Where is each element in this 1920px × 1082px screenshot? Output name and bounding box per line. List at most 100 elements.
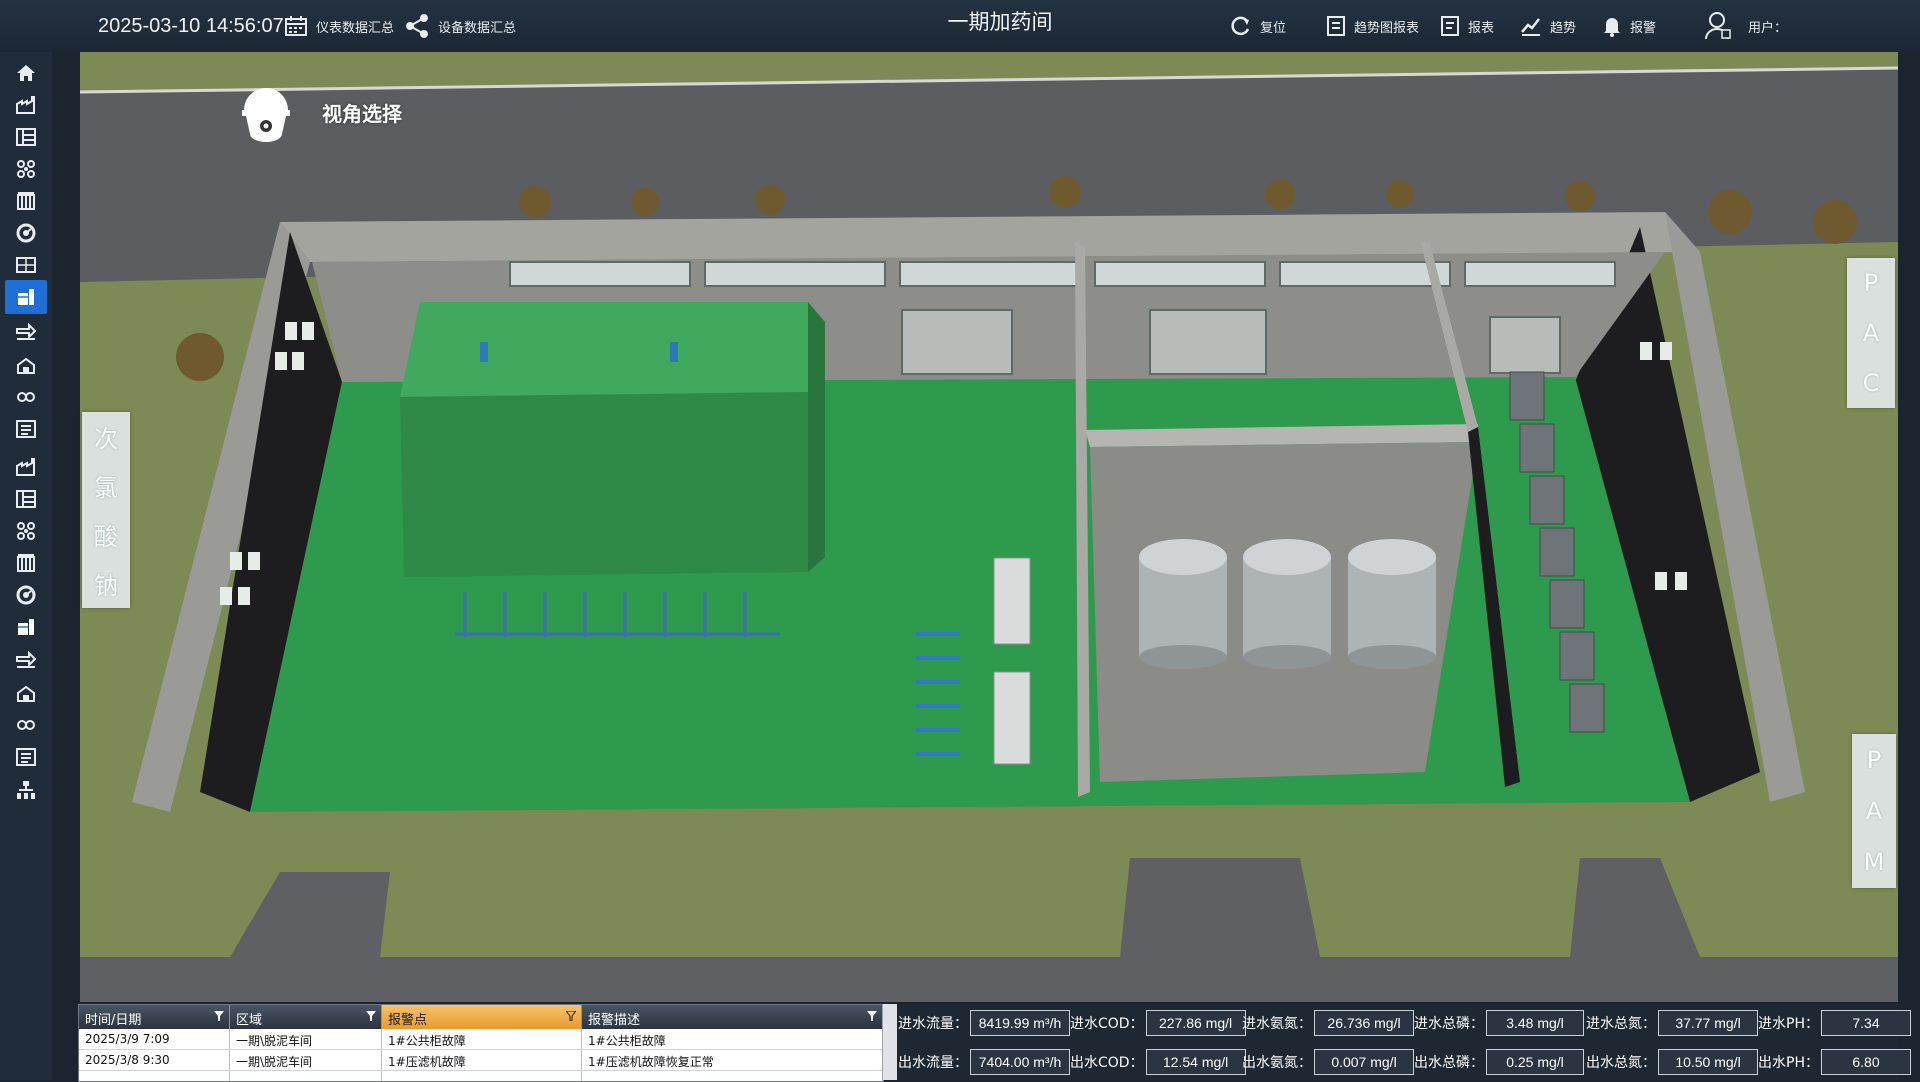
column-header-time[interactable]: 时间/日期: [79, 1005, 230, 1029]
filter-icon[interactable]: [566, 1011, 576, 1021]
road: [80, 957, 1898, 1002]
user-label: 用户：: [1748, 20, 1788, 36]
metric-value: 0.25 mg/l: [1486, 1049, 1584, 1075]
trend-report-button[interactable]: 趋势图报表: [1326, 0, 1419, 52]
outflow-metric: 出水PH： 6.80: [1758, 1046, 1911, 1078]
metric-value: 8419.99 m³/h: [970, 1010, 1070, 1036]
pac-tank: [1139, 539, 1436, 669]
sidebar-item-21[interactable]: [5, 708, 47, 742]
network-icon: [17, 522, 35, 540]
tab-char: A: [1862, 319, 1880, 347]
alarm-table-header: 时间/日期 区域 报警点 报警描述: [79, 1005, 883, 1029]
home-icon: [17, 65, 35, 81]
tab-char: A: [1865, 796, 1883, 825]
alarm-label: 报警: [1630, 20, 1657, 36]
sidebar-item-12[interactable]: [5, 412, 47, 446]
tab-char: M: [1863, 848, 1885, 877]
header-label: 区域: [236, 1013, 263, 1028]
outflow-metric: 出水总磷： 0.25 mg/l: [1414, 1046, 1584, 1078]
outflow-metric: 出水COD： 12.54 mg/l: [1070, 1046, 1246, 1078]
alarm-button[interactable]: 报警: [1602, 0, 1656, 52]
sidebar-item-23[interactable]: [5, 774, 47, 808]
filter-icon[interactable]: [366, 1011, 376, 1021]
sidebar-item-3[interactable]: [5, 120, 47, 154]
metric-label: 进水氨氮：: [1242, 1016, 1312, 1032]
cell-time: 2025/3/8 9:30: [79, 1050, 230, 1070]
table-row[interactable]: 2025/3/8 9:30 一期\脱泥车间 1#压滤机故障 1#压滤机故障恢复正…: [79, 1050, 883, 1071]
sodium-hypochlorite-tab[interactable]: 次 氯 酸 钠: [82, 412, 130, 608]
sidebar-item-4[interactable]: [5, 152, 47, 186]
tab-char: P: [1866, 745, 1882, 774]
metric-value: 26.736 mg/l: [1314, 1010, 1414, 1036]
header-label: 时间/日期: [85, 1013, 142, 1028]
layout-icon: [16, 490, 36, 508]
cell-area: 一期\脱泥车间: [230, 1029, 382, 1049]
scene-viewport[interactable]: [80, 52, 1898, 1002]
inflow-metric: 进水总氮： 37.77 mg/l: [1586, 1007, 1758, 1039]
reset-button[interactable]: 复位: [1230, 0, 1286, 52]
sidebar-item-5[interactable]: [5, 184, 47, 218]
sidebar: [0, 52, 52, 1080]
pam-tab[interactable]: P A M: [1852, 734, 1896, 888]
gauge-icon: [16, 223, 36, 243]
sidebar-item-10[interactable]: [5, 348, 47, 382]
outflow-metric: 出水氨氮： 0.007 mg/l: [1242, 1046, 1414, 1078]
cell-alarm-desc: 1#压滤机故障恢复正常: [582, 1050, 883, 1070]
equipment-summary-button[interactable]: 设备数据汇总: [404, 0, 516, 52]
sidebar-item-8[interactable]: [5, 280, 47, 314]
sidebar-item-19[interactable]: [5, 644, 47, 678]
metric-label: 进水PH：: [1758, 1016, 1819, 1032]
current-datetime: 2025-03-10 14:56:07: [98, 14, 284, 37]
camera-icon[interactable]: [236, 72, 296, 142]
sidebar-item-13[interactable]: [5, 450, 47, 484]
sidebar-item-20[interactable]: [5, 676, 47, 710]
panel-icon: [16, 257, 36, 273]
network-icon: [17, 160, 35, 178]
metric-label: 进水流量：: [898, 1016, 968, 1032]
pac-tab[interactable]: P A C: [1847, 258, 1895, 408]
inflow-metric: 进水COD： 227.86 mg/l: [1070, 1007, 1246, 1039]
column-header-alarm-desc[interactable]: 报警描述: [582, 1005, 883, 1029]
metric-label: 进水总磷：: [1414, 1016, 1484, 1032]
cell-alarm-point: 1#压滤机故障: [382, 1050, 582, 1070]
cell-time: [79, 1071, 230, 1081]
sidebar-item-16[interactable]: [5, 546, 47, 580]
metric-value: 10.50 mg/l: [1658, 1049, 1758, 1075]
sidebar-item-14[interactable]: [5, 482, 47, 516]
trend-button[interactable]: 趋势: [1520, 0, 1576, 52]
inflow-metric: 进水流量： 8419.99 m³/h: [898, 1007, 1070, 1039]
metric-label: 出水总磷：: [1414, 1055, 1484, 1071]
metric-label: 出水COD：: [1070, 1055, 1144, 1071]
view-select-label[interactable]: 视角选择: [322, 98, 402, 127]
sidebar-item-9[interactable]: [5, 316, 47, 350]
trend-icon: [1521, 18, 1540, 36]
sidebar-item-17[interactable]: [5, 578, 47, 612]
table-row[interactable]: [79, 1071, 883, 1081]
sidebar-item-22[interactable]: [5, 740, 47, 774]
filter-icon[interactable]: [867, 1011, 877, 1021]
dosing-icon: [18, 619, 34, 635]
cell-alarm-point: [382, 1071, 582, 1081]
table-row[interactable]: 2025/3/9 7:09 一期\脱泥车间 1#公共柜故障 1#公共柜故障: [79, 1029, 883, 1050]
pipeline-icon: [16, 650, 37, 668]
sidebar-item-11[interactable]: [5, 380, 47, 414]
column-header-alarm-point[interactable]: 报警点: [382, 1005, 582, 1029]
sidebar-item-1[interactable]: [5, 56, 47, 90]
sidebar-item-6[interactable]: [5, 216, 47, 250]
user-menu[interactable]: 用户：: [1704, 0, 1787, 52]
building-icon: [17, 192, 35, 210]
outflow-metric: 出水流量： 7404.00 m³/h: [898, 1046, 1070, 1078]
sidebar-item-18[interactable]: [5, 610, 47, 644]
tab-char: 氯: [94, 474, 118, 502]
table-scrollbar[interactable]: [882, 1004, 897, 1080]
sidebar-item-2[interactable]: [5, 88, 47, 122]
user-icon: [1705, 12, 1731, 40]
report-button[interactable]: 报表: [1440, 0, 1494, 52]
filter-icon[interactable]: [214, 1011, 224, 1021]
gauge-icon: [16, 585, 36, 605]
instrument-summary-button[interactable]: 仪表数据汇总: [284, 0, 394, 52]
metric-value: 37.77 mg/l: [1658, 1010, 1758, 1036]
sidebar-item-15[interactable]: [5, 514, 47, 548]
column-header-area[interactable]: 区域: [230, 1005, 382, 1029]
sidebar-item-7[interactable]: [5, 248, 47, 282]
